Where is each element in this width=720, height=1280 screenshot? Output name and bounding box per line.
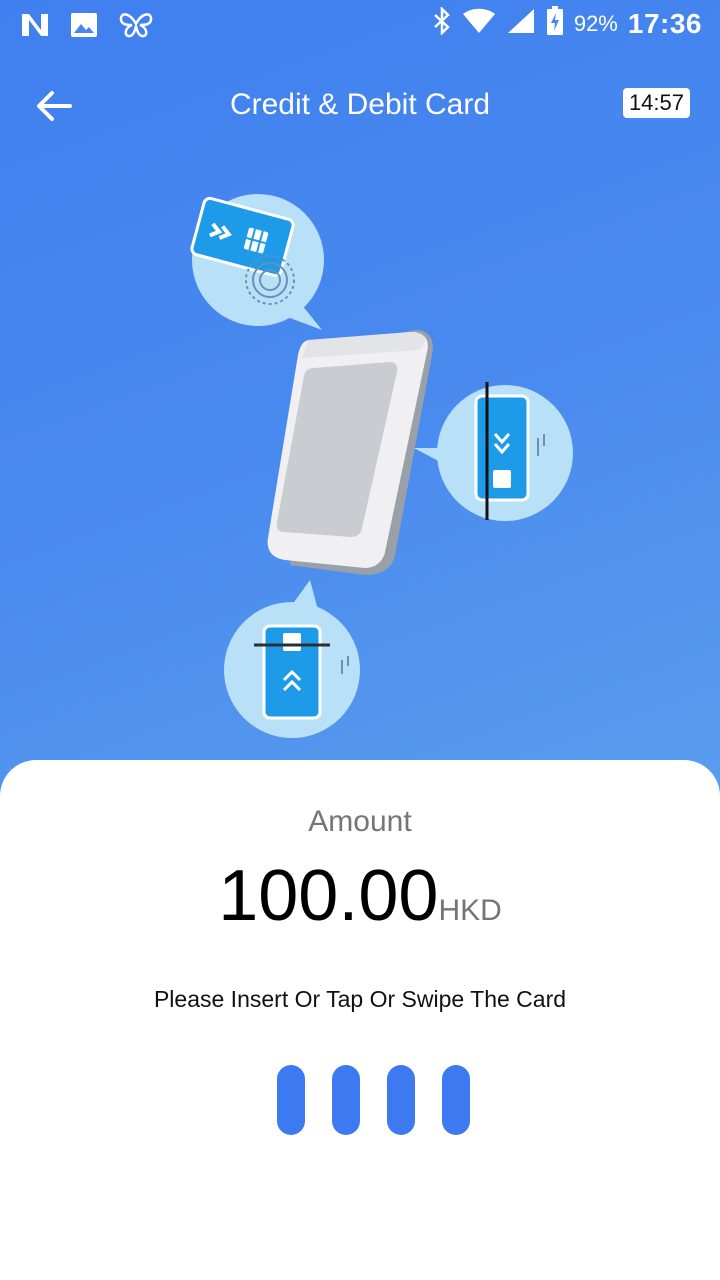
payment-terminal-icon: [267, 330, 433, 575]
battery-percentage: 92%: [573, 10, 618, 36]
amount-row: 100.00HKD: [0, 855, 720, 937]
currency-code: HKD: [438, 894, 502, 927]
app-bar: Credit & Debit Card 14:57: [0, 60, 720, 150]
amount-label: Amount: [308, 805, 412, 838]
swipe-card-bubble-icon: [414, 382, 573, 521]
loading-indicator: [277, 1065, 470, 1135]
page-title: Credit & Debit Card: [229, 88, 491, 121]
butterfly-icon: [118, 10, 154, 45]
image-icon: [70, 12, 98, 43]
loading-bar: [442, 1065, 470, 1135]
battery-charging-icon: [546, 6, 564, 41]
loading-bar: [277, 1065, 305, 1135]
bluetooth-icon: [432, 5, 452, 40]
n-icon: [20, 12, 50, 43]
loading-bar: [387, 1065, 415, 1135]
payment-sheet: Amount 100.00HKD Please Insert Or Tap Or…: [0, 760, 720, 1280]
insert-card-bubble-icon: [224, 580, 360, 738]
amount-value: 100.00: [218, 856, 439, 936]
tap-card-bubble-icon: [190, 194, 324, 330]
status-time: 17:36: [627, 7, 702, 39]
card-instruction: Please Insert Or Tap Or Swipe The Card: [153, 986, 567, 1012]
header-background: 92% 17:36 Credit & Debit Card 14:57: [0, 0, 720, 800]
signal-icon: [506, 7, 536, 40]
countdown-timer: 14:57: [622, 88, 690, 118]
wifi-icon: [462, 8, 496, 39]
loading-bar: [332, 1065, 360, 1135]
card-payment-terminal-illustration: [180, 190, 600, 750]
status-bar: 92% 17:36: [0, 0, 720, 48]
